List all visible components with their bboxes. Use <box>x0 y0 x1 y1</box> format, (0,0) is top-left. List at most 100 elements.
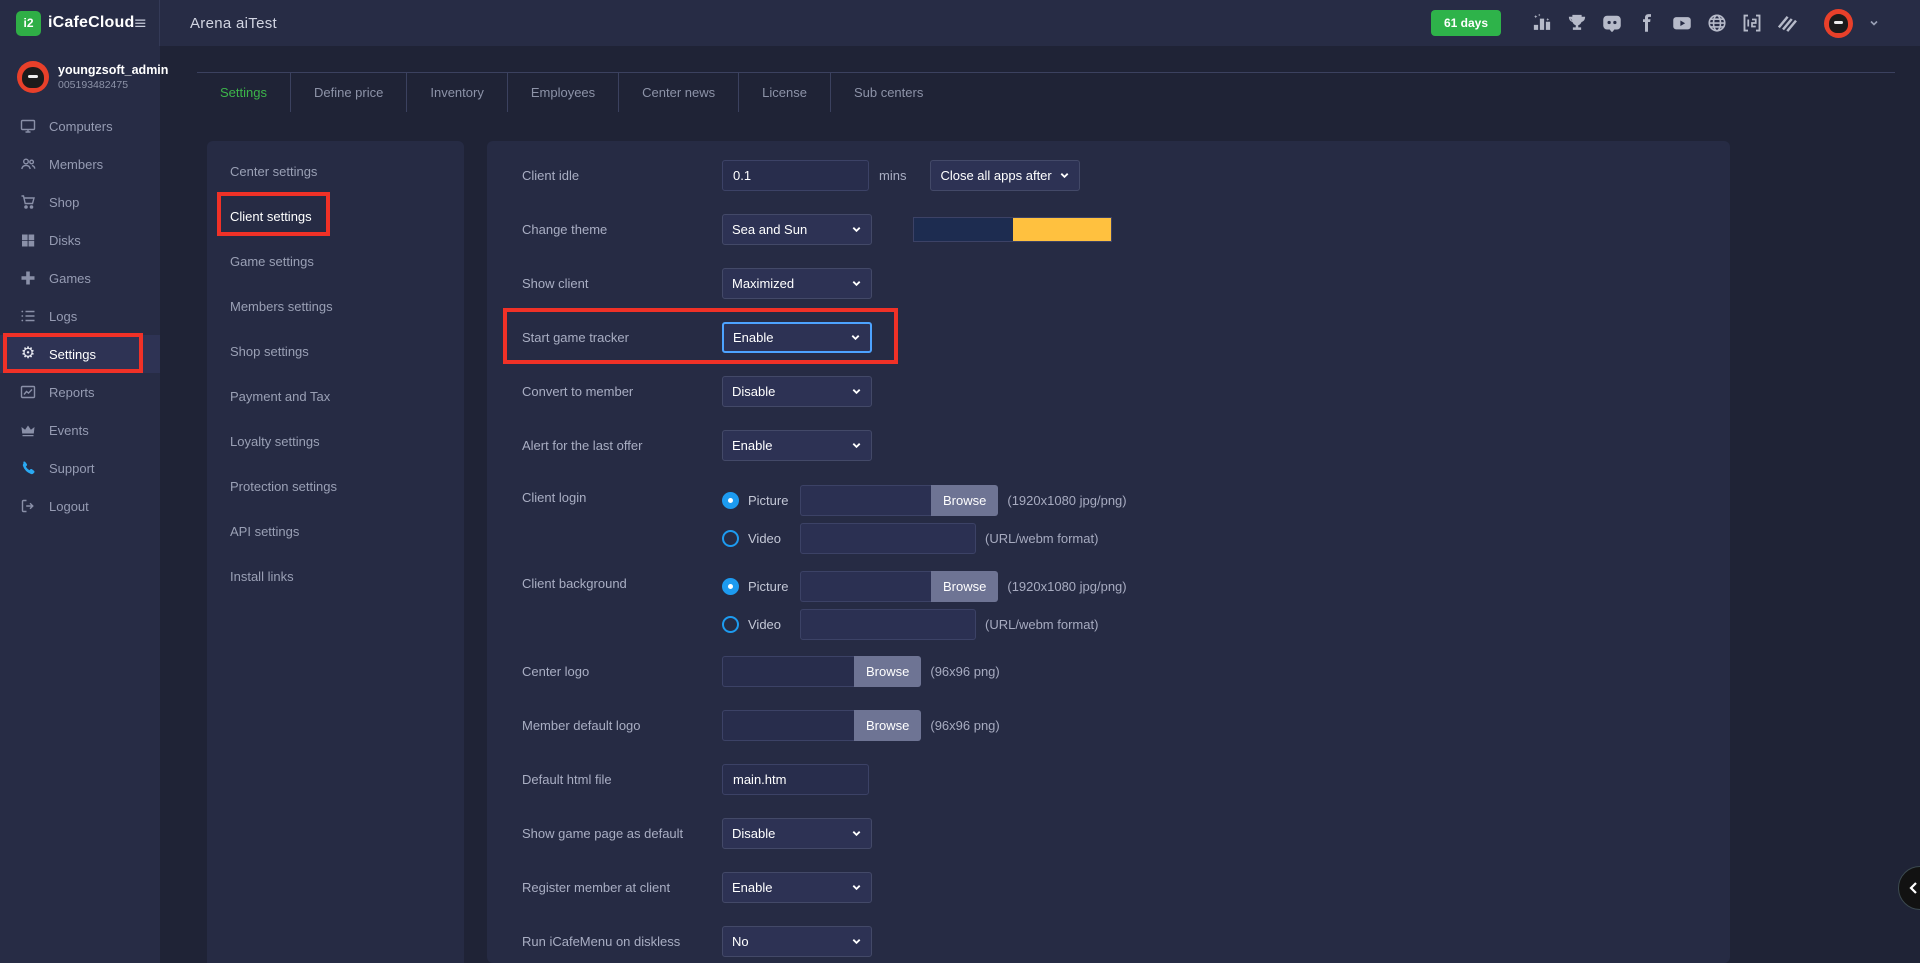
row-client-idle: Client idle mins Close all apps after ch <box>487 148 1730 202</box>
client-login-picture-radio[interactable] <box>722 492 739 509</box>
tab-sub-centers[interactable]: Sub centers <box>830 73 946 112</box>
settings-nav-install-links[interactable]: Install links <box>207 554 464 599</box>
sidebar-item-logout[interactable]: Logout <box>0 487 160 525</box>
radio-label: Picture <box>748 493 800 508</box>
license-days-badge[interactable]: 61 days <box>1431 10 1501 36</box>
chevron-down-icon <box>851 224 862 235</box>
settings-nav-game-settings[interactable]: Game settings <box>207 239 464 284</box>
user-id: 005193482475 <box>58 79 168 91</box>
row-alert-last-offer: Alert for the last offer Enable <box>487 418 1730 472</box>
discord-icon[interactable] <box>1602 13 1622 33</box>
sidebar-item-games[interactable]: Games <box>0 259 160 297</box>
row-convert-to-member: Convert to member Disable <box>487 364 1730 418</box>
settings-nav-payment-and-tax[interactable]: Payment and Tax <box>207 374 464 419</box>
sidebar-item-label: Shop <box>49 195 79 210</box>
sidebar-item-label: Logout <box>49 499 89 514</box>
center-logo-input[interactable] <box>722 656 854 687</box>
sidebar-item-events[interactable]: Events <box>0 411 160 449</box>
theme-color-navy <box>914 218 1013 241</box>
sidebar-item-computers[interactable]: Computers <box>0 107 160 145</box>
show-game-page-select[interactable]: Disable <box>722 818 872 849</box>
center-logo-browse-button[interactable]: Browse <box>854 656 921 687</box>
sidebar-item-label: Settings <box>49 347 96 362</box>
chevron-down-icon <box>850 332 861 343</box>
sidebar-item-logs[interactable]: Logs <box>0 297 160 335</box>
windows-icon <box>20 232 36 248</box>
tab-settings[interactable]: Settings <box>197 73 290 112</box>
brand-name: iCafeCloud <box>48 14 134 32</box>
unit-label: mins <box>879 168 906 183</box>
client-login-picture-browse-button[interactable]: Browse <box>931 485 998 516</box>
sidebar-item-settings[interactable]: ⚙ Settings <box>0 335 160 373</box>
settings-nav-api-settings[interactable]: API settings <box>207 509 464 554</box>
settings-nav-members-settings[interactable]: Members settings <box>207 284 464 329</box>
start-game-tracker-select[interactable]: Enable <box>722 322 872 353</box>
user-name: youngzsoft_admin <box>58 63 168 77</box>
alert-last-offer-select[interactable]: Enable <box>722 430 872 461</box>
row-default-html-file: Default html file <box>487 752 1730 806</box>
member-default-logo-input[interactable] <box>722 710 854 741</box>
client-background-video-input[interactable] <box>800 609 976 640</box>
sidebar-item-label: Games <box>49 271 91 286</box>
client-background-video-radio[interactable] <box>722 616 739 633</box>
client-background-picture-browse-button[interactable]: Browse <box>931 571 998 602</box>
field-hint: (1920x1080 jpg/png) <box>1007 493 1126 508</box>
topbar: i2 iCafeCloud Arena aiTest 61 days <box>0 0 1920 46</box>
sidebar-item-label: Support <box>49 461 95 476</box>
settings-nav-shop-settings[interactable]: Shop settings <box>207 329 464 374</box>
client-background-picture-radio[interactable] <box>722 578 739 595</box>
settings-nav-center-settings[interactable]: Center settings <box>207 149 464 194</box>
icafecloud-logo-icon: i2 <box>16 11 41 36</box>
sidebar-item-shop[interactable]: Shop <box>0 183 160 221</box>
client-login-picture-input[interactable] <box>800 485 931 516</box>
client-login-video-radio[interactable] <box>722 530 739 547</box>
youtube-icon[interactable] <box>1672 13 1692 33</box>
settings-nav-client-settings[interactable]: Client settings <box>207 194 464 239</box>
app-logo[interactable]: i2 iCafeCloud <box>16 11 134 36</box>
client-idle-input[interactable] <box>722 160 869 191</box>
change-theme-select[interactable]: Sea and Sun <box>722 214 872 245</box>
section-tabs: Settings Define price Inventory Employee… <box>197 72 1895 112</box>
tab-license[interactable]: License <box>738 73 830 112</box>
field-label: Alert for the last offer <box>522 438 722 453</box>
client-settings-form: Client idle mins Close all apps after ch… <box>487 141 1730 963</box>
tab-employees[interactable]: Employees <box>507 73 618 112</box>
field-label: Convert to member <box>522 384 722 399</box>
ninja-avatar-icon <box>1829 14 1848 33</box>
client-idle-action-select[interactable]: Close all apps after ch <box>930 160 1080 191</box>
show-client-select[interactable]: Maximized <box>722 268 872 299</box>
sidebar-item-support[interactable]: Support <box>0 449 160 487</box>
settings-nav-protection-settings[interactable]: Protection settings <box>207 464 464 509</box>
sidebar-item-reports[interactable]: Reports <box>0 373 160 411</box>
client-background-picture-input[interactable] <box>800 571 931 602</box>
settings-nav-loyalty-settings[interactable]: Loyalty settings <box>207 419 464 464</box>
user-avatar[interactable] <box>1824 9 1853 38</box>
hamburger-menu-icon[interactable] <box>134 17 147 30</box>
chevron-down-icon[interactable] <box>1868 17 1880 29</box>
ranking-icon[interactable] <box>1532 13 1552 33</box>
globe-icon[interactable] <box>1707 13 1727 33</box>
member-default-logo-browse-button[interactable]: Browse <box>854 710 921 741</box>
tab-inventory[interactable]: Inventory <box>406 73 506 112</box>
sidebar-item-disks[interactable]: Disks <box>0 221 160 259</box>
client-login-video-input[interactable] <box>800 523 976 554</box>
field-label: Show game page as default <box>522 826 722 841</box>
default-html-file-input[interactable] <box>722 764 869 795</box>
trophy-icon[interactable] <box>1567 13 1587 33</box>
convert-to-member-select[interactable]: Disable <box>722 376 872 407</box>
cart-icon <box>20 194 36 210</box>
sidebar-avatar <box>17 61 49 93</box>
chevron-down-icon <box>851 882 862 893</box>
radio-label: Picture <box>748 579 800 594</box>
edge-drawer-handle[interactable] <box>1898 866 1920 910</box>
themes-icon[interactable] <box>1777 13 1797 33</box>
register-member-select[interactable]: Enable <box>722 872 872 903</box>
run-icafemenu-select[interactable]: No <box>722 926 872 957</box>
tab-define-price[interactable]: Define price <box>290 73 406 112</box>
sidebar-item-members[interactable]: Members <box>0 145 160 183</box>
user-block[interactable]: youngzsoft_admin 005193482475 <box>0 46 160 107</box>
icafecloud-icon[interactable] <box>1742 13 1762 33</box>
tab-center-news[interactable]: Center news <box>618 73 738 112</box>
monitor-icon <box>20 118 36 134</box>
facebook-icon[interactable] <box>1637 13 1657 33</box>
